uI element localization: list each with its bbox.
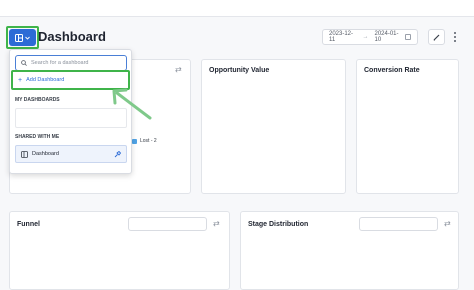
funnel-select[interactable] — [128, 217, 207, 231]
swap-icon[interactable]: ⇄ — [175, 65, 182, 74]
funnel-title: Funnel — [17, 221, 40, 228]
edit-button[interactable] — [428, 29, 445, 45]
swap-icon[interactable]: ⇄ — [213, 219, 220, 228]
more-options-button[interactable] — [451, 30, 459, 44]
date-end: 2024-01-10 — [374, 31, 399, 43]
date-start: 2023-12-11 — [329, 31, 354, 43]
date-range-picker[interactable]: 2023-12-11 → 2024-01-10 — [322, 29, 418, 45]
highlight-box-switcher — [6, 26, 39, 49]
shared-with-me-label: SHARED WITH ME — [15, 134, 60, 140]
legend-swatch-lost — [132, 138, 137, 144]
arrow-right-icon: → — [362, 34, 369, 40]
dashboard-icon — [21, 150, 28, 158]
dashboard-search[interactable] — [15, 55, 127, 71]
opportunity-value-title: Opportunity Value — [209, 67, 270, 74]
my-dashboards-label: MY DASHBOARDS — [15, 97, 60, 103]
shared-dashboard-item[interactable]: Dashboard — [15, 145, 127, 163]
shared-dashboard-label: Dashboard — [32, 151, 59, 157]
legend-label-lost: Lost - 2 — [140, 138, 157, 144]
dot-icon — [454, 36, 456, 38]
stage-distribution-title: Stage Distribution — [248, 221, 309, 228]
conversion-rate-title: Conversion Rate — [364, 67, 420, 74]
dot-icon — [454, 32, 456, 34]
annotation-arrow — [112, 88, 152, 120]
pin-icon[interactable] — [114, 150, 121, 158]
search-icon — [21, 60, 27, 66]
dot-icon — [454, 40, 456, 42]
swap-icon[interactable]: ⇄ — [444, 219, 451, 228]
panel-conversion-rate — [356, 59, 459, 194]
stage-distribution-select[interactable] — [359, 217, 438, 231]
calendar-icon — [405, 34, 412, 40]
pencil-icon — [433, 34, 440, 41]
panel-opportunity-value — [201, 59, 346, 194]
top-bar — [0, 0, 474, 17]
chart-legend: Lost - 2 — [132, 138, 157, 144]
page-title: Dashboard — [38, 29, 106, 44]
search-input[interactable] — [31, 60, 121, 66]
